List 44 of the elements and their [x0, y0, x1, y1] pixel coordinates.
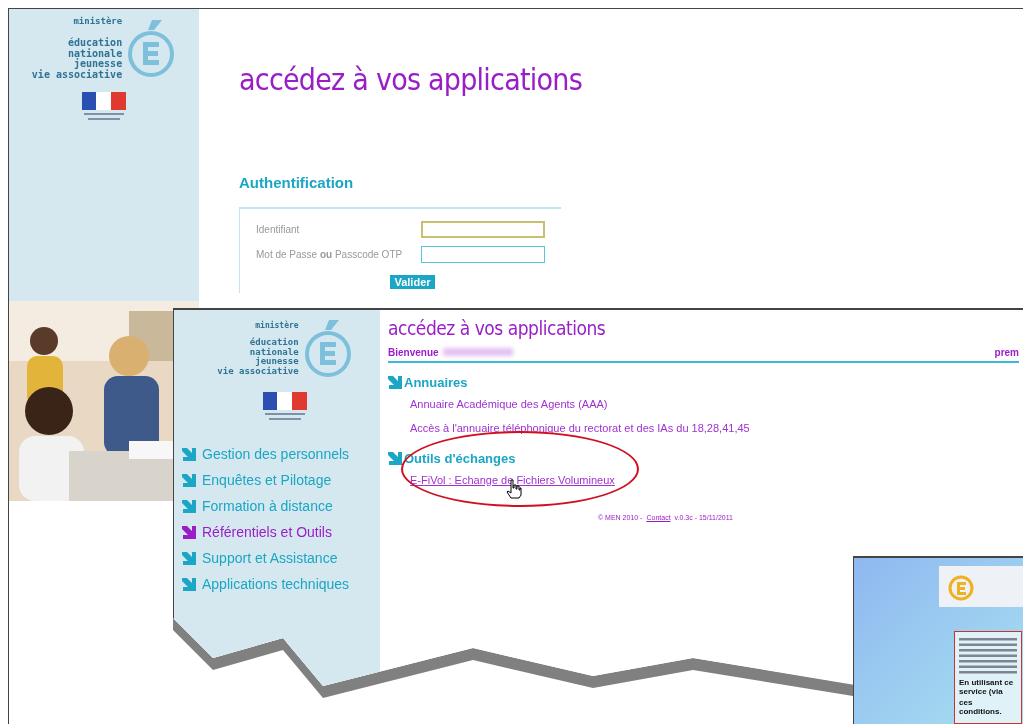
app-link[interactable]: Accès à l'annuaire téléphonique du rectorat et des IAs du 18,28,41,45: [410, 421, 750, 434]
menu-item[interactable]: Support et Assistance: [182, 548, 380, 568]
republic-flag-logo-icon: [263, 392, 307, 422]
ministry-name-line: jeunesse: [74, 59, 123, 70]
notice-text: ces conditions.: [959, 697, 1003, 716]
header-text: prem: [994, 345, 1019, 360]
arrow-icon: [182, 499, 196, 513]
arrow-icon: [388, 376, 402, 389]
arrow-icon: [182, 447, 196, 461]
menu-item[interactable]: Référentiels et Outils: [182, 522, 380, 542]
field-label: Identifiant: [256, 222, 300, 237]
auth-heading: Authentification: [239, 173, 355, 193]
menu-item[interactable]: Gestion des personnels: [182, 444, 380, 464]
ministry-name-line: vie associative: [217, 366, 299, 377]
ministry-name-line: nationale: [249, 347, 299, 357]
input-field[interactable]: [421, 245, 545, 263]
e-circle-logo-icon: [302, 318, 353, 380]
blurred-name: [442, 348, 513, 356]
ministry-name-line: vie associative: [31, 69, 123, 81]
submit-button[interactable]: Valider: [390, 274, 435, 289]
arrow-icon: [182, 525, 196, 539]
e-circle-logo-icon: [126, 17, 177, 80]
ministry-name-line: jeunesse: [255, 357, 299, 367]
field-label: Mot de Passe ou Passcode OTP: [256, 247, 403, 262]
section-heading: Annuaires: [404, 374, 468, 391]
arrow-icon: [182, 473, 196, 487]
ministry-name-line: éducation: [249, 338, 299, 348]
ministry-label: ministère: [73, 17, 123, 27]
welcome-label: Bienvenue: [388, 345, 439, 360]
ministry-label: ministère: [255, 321, 299, 331]
menu-item[interactable]: Formation à distance: [182, 496, 380, 516]
arrow-icon: [388, 452, 402, 465]
text-lines-drawing: [959, 637, 1017, 676]
menu-item[interactable]: Applications techniques: [182, 574, 380, 594]
input-field[interactable]: [421, 220, 545, 238]
arrow-icon: [182, 551, 196, 565]
arrow-icon: [182, 577, 196, 591]
ministry-name-line: éducation: [67, 38, 123, 49]
app-link[interactable]: Annuaire Académique des Agents (AAA): [410, 397, 608, 410]
ministry-name-line: nationale: [67, 48, 123, 59]
page-title: accédez à vos applications: [239, 61, 582, 99]
page-title: accédez à vos applications: [388, 316, 607, 341]
menu-item[interactable]: Enquêtes et Pilotage: [182, 470, 380, 490]
republic-flag-logo-icon: [82, 92, 126, 123]
